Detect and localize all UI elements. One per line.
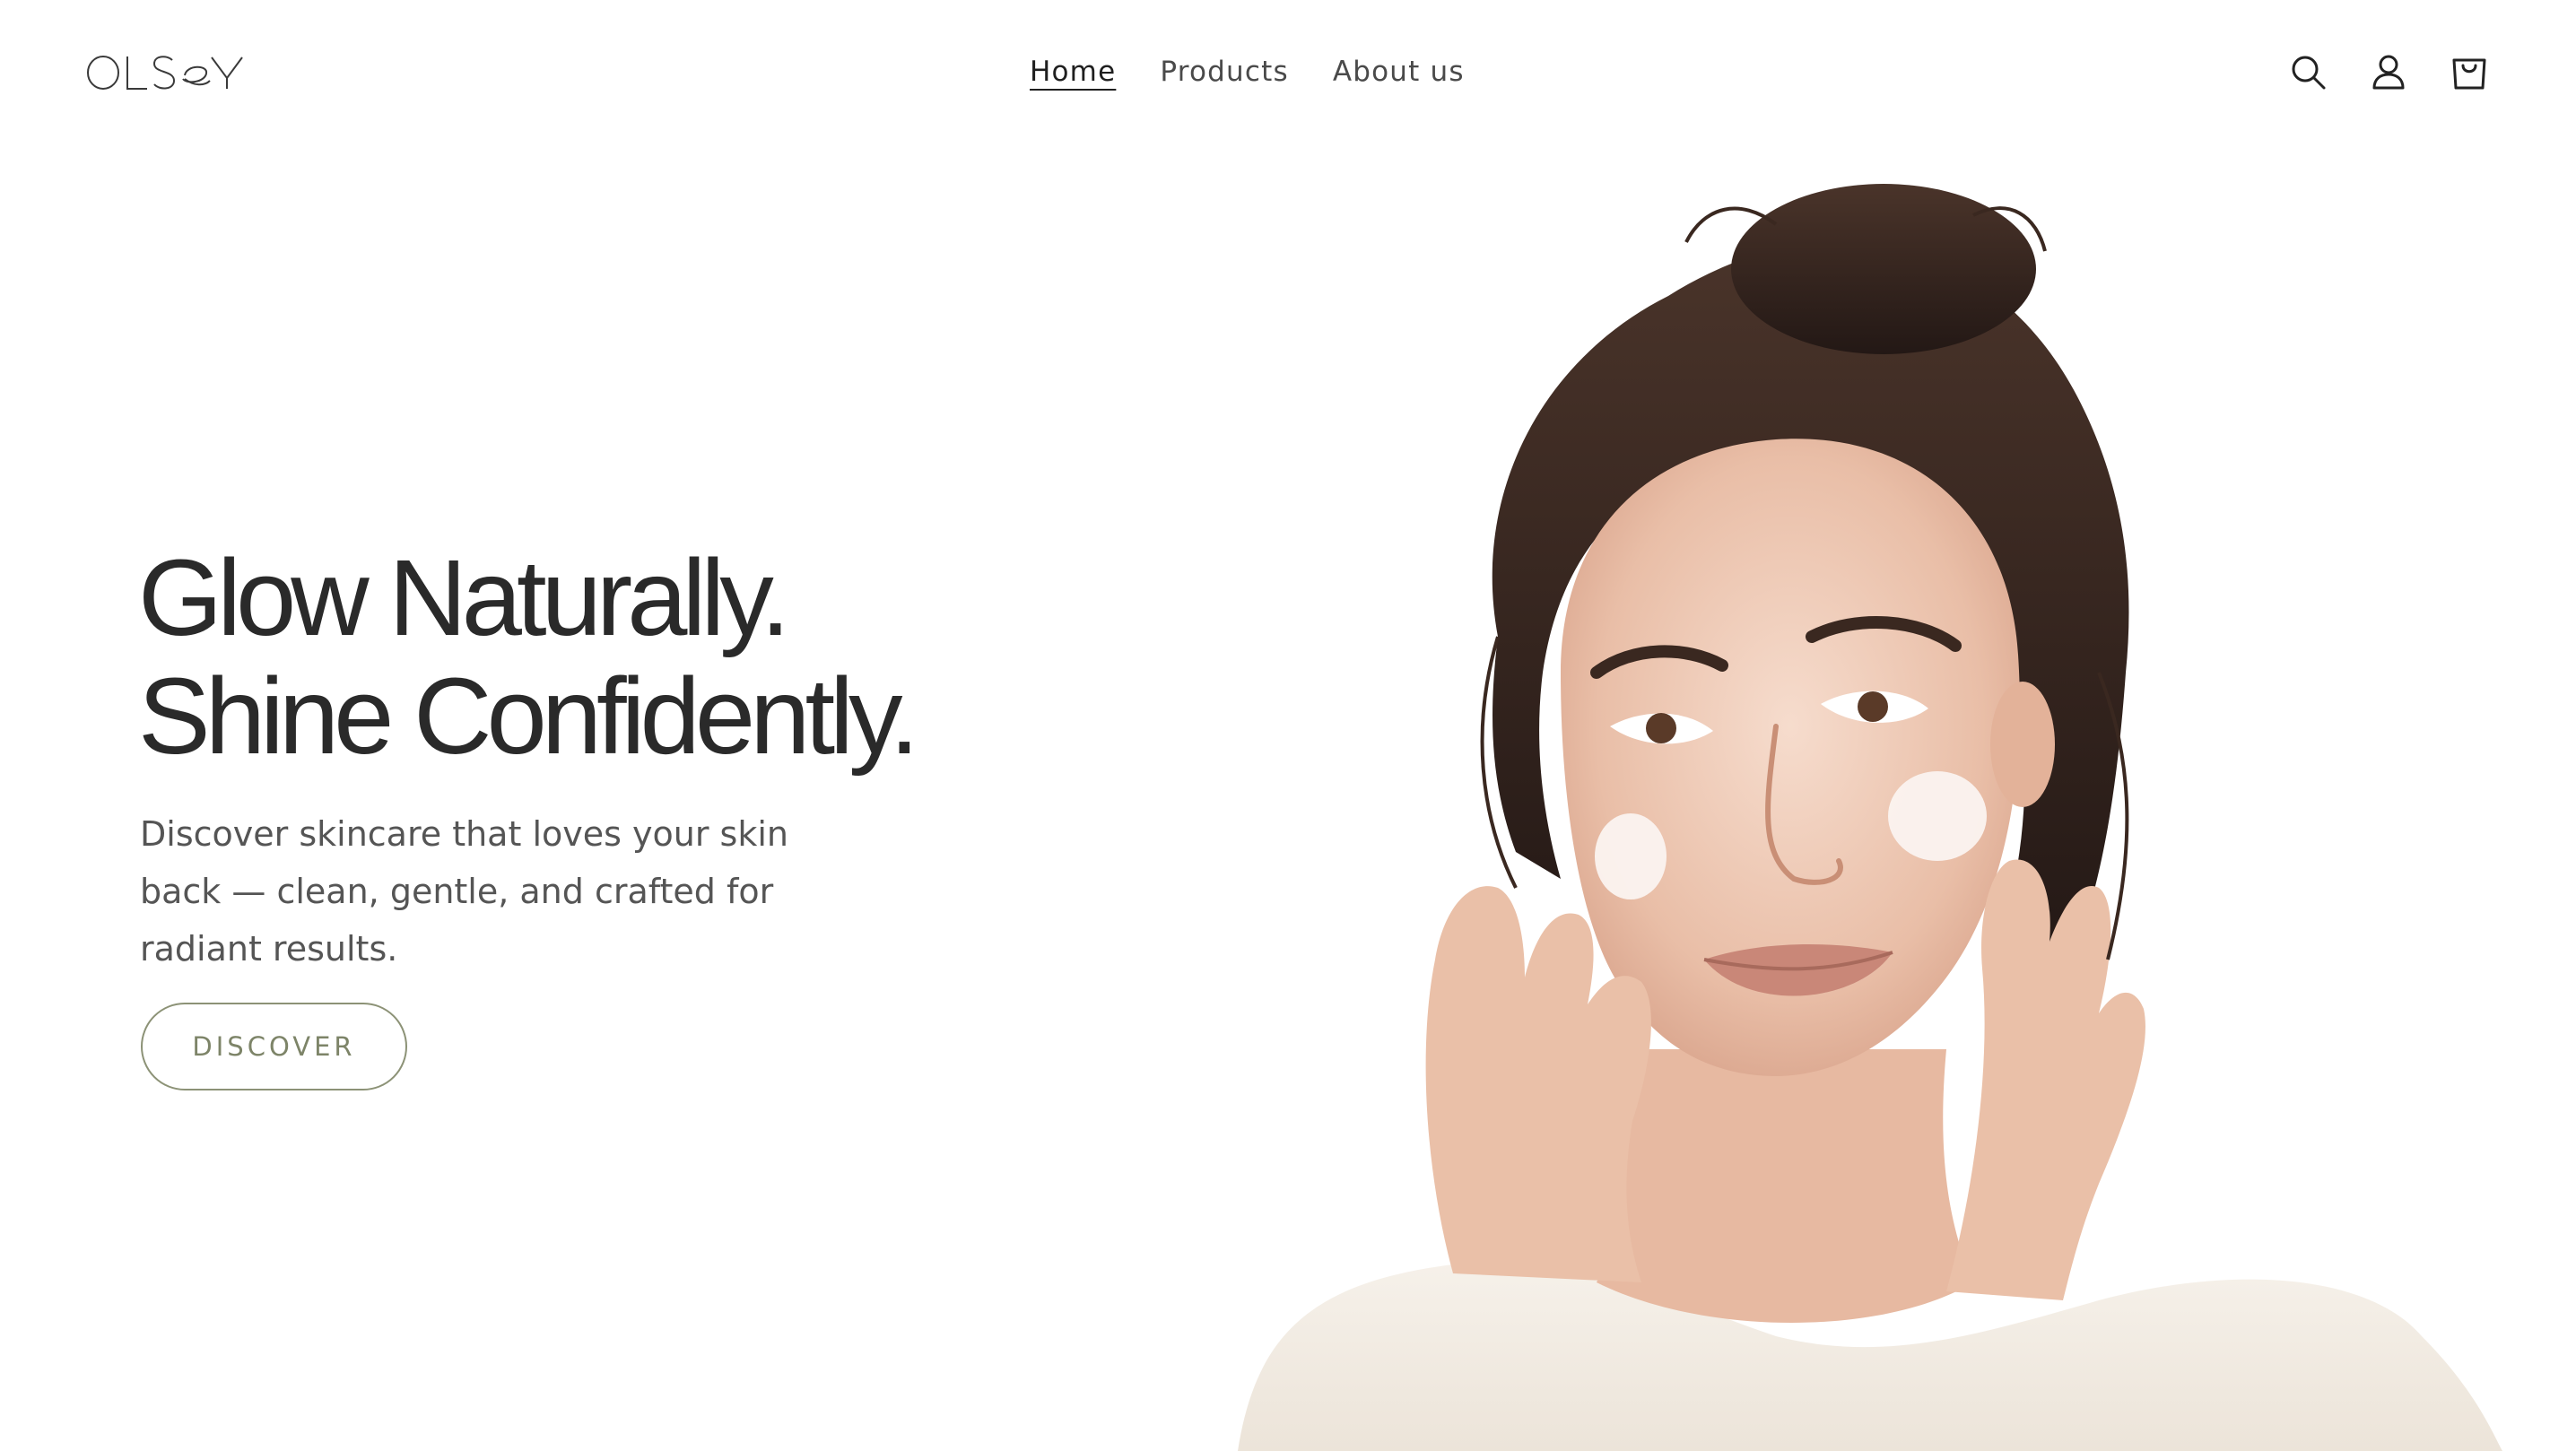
search-icon <box>2292 56 2326 90</box>
hero-subtitle: Discover skincare that loves your skin b… <box>140 814 788 969</box>
discover-button[interactable]: DISCOVER <box>141 1003 407 1090</box>
account-icon <box>2372 55 2405 90</box>
hero-model-image <box>1202 170 2547 1451</box>
page: Home Products About us Glow Naturally. S… <box>0 0 2576 1451</box>
olsey-logo-icon <box>87 56 243 90</box>
hero-title: Glow Naturally. Shine Confidently. <box>138 538 1035 775</box>
cart-button[interactable] <box>2449 47 2490 97</box>
nav-about-link[interactable]: About us <box>1333 47 1465 97</box>
brand-logo[interactable] <box>86 47 257 97</box>
search-button[interactable] <box>2287 47 2328 97</box>
hero-title-line-1: Glow Naturally. <box>138 536 790 658</box>
hero-title-line-2: Shine Confidently. <box>138 655 919 777</box>
header-actions <box>2287 47 2490 97</box>
cart-icon <box>2452 58 2486 90</box>
site-header: Home Products About us <box>0 0 2576 145</box>
woman-applying-cream-illustration <box>1238 184 2502 1451</box>
main-nav: Home Products About us <box>1030 47 1465 97</box>
nav-products-link[interactable]: Products <box>1160 47 1288 97</box>
account-button[interactable] <box>2368 47 2409 97</box>
nav-home-link[interactable]: Home <box>1030 47 1116 97</box>
